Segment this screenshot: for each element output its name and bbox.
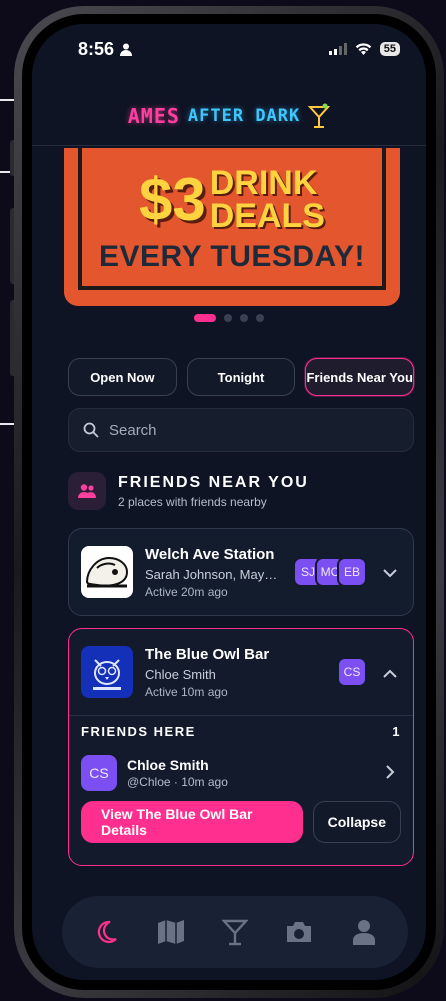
promo-banner-frame: $3 DRINK DEALS EVERY TUESDAY! [78, 148, 386, 290]
phone-frame: 8:56 55 AMES AFTER DARK $3 DRINK DEALS E… [14, 6, 444, 998]
search-input[interactable]: Search [68, 408, 414, 452]
cocktail-icon [221, 919, 248, 946]
battery-indicator: 55 [379, 42, 400, 56]
search-icon [83, 422, 99, 438]
carousel-dot-4[interactable] [256, 314, 264, 322]
venue-card-blue-owl-bar: The Blue Owl Bar Chloe Smith Active 10m … [68, 628, 414, 866]
friends-here-label: FRIENDS HERE [81, 724, 196, 739]
filter-friends-near-you[interactable]: Friends Near You [305, 358, 415, 396]
status-bar: 8:56 55 [32, 24, 426, 74]
person-icon [120, 43, 133, 56]
venue-name: The Blue Owl Bar [145, 645, 270, 663]
filter-chips: Open Now Tonight Friends Near You [68, 358, 415, 396]
deal-headline: $3 DRINK DEALS [139, 164, 325, 235]
friend-avatars: SJ MC EB [293, 557, 367, 587]
deal-word-deals: DEALS [209, 196, 325, 235]
friend-info: Chloe Smith @Chloe · 10m ago [127, 757, 369, 789]
tab-camera[interactable] [275, 908, 323, 956]
wifi-icon [355, 43, 371, 55]
section-title: FRIENDS NEAR YOU [118, 473, 309, 491]
phone-bezel: 8:56 55 AMES AFTER DARK $3 DRINK DEALS E… [22, 14, 436, 990]
status-icons: 55 [328, 42, 400, 56]
venue-active: Active 20m ago [145, 584, 228, 599]
deal-schedule: EVERY TUESDAY! [99, 240, 365, 273]
view-details-button[interactable]: View The Blue Owl Bar Details [81, 801, 303, 843]
venue-info: Welch Ave Station Sarah Johnson, Maya Ch… [145, 546, 281, 599]
tab-map[interactable] [147, 908, 195, 956]
promo-banner[interactable]: $3 DRINK DEALS EVERY TUESDAY! [64, 148, 400, 306]
venue-row: Welch Ave Station Sarah Johnson, Maya Ch… [69, 529, 413, 615]
logo-text-after-dark: AFTER DARK [187, 105, 301, 126]
status-time-group: 8:56 [78, 38, 133, 60]
venue-friends: Chloe Smith [145, 666, 216, 682]
filter-open-now[interactable]: Open Now [68, 358, 177, 396]
avatar: CS [81, 755, 117, 791]
card-actions: View The Blue Owl Bar Details Collapse [69, 801, 413, 843]
camera-icon [287, 922, 312, 942]
map-icon [157, 920, 184, 944]
profile-icon [352, 920, 375, 945]
venue-row[interactable]: The Blue Owl Bar Chloe Smith Active 10m … [69, 629, 413, 715]
friend-name: Chloe Smith [127, 757, 209, 773]
deal-word-drink: DRINK [209, 164, 318, 203]
bottom-tab-bar [62, 896, 408, 968]
section-header: FRIENDS NEAR YOU 2 places with friends n… [68, 472, 414, 510]
deal-price: $3 [139, 165, 206, 233]
venue-active: Active 10m ago [145, 684, 228, 699]
collapse-button[interactable]: Collapse [312, 801, 401, 843]
friends-here-count: 1 [392, 724, 401, 739]
logo-text-ames: AMES [127, 103, 180, 128]
tab-drinks[interactable] [211, 908, 259, 956]
friend-list-item[interactable]: CS Chloe Smith @Chloe · 10m ago [69, 747, 413, 801]
martini-icon [308, 103, 331, 128]
signal-icon [328, 43, 347, 55]
search-placeholder: Search [109, 421, 157, 439]
section-text: FRIENDS NEAR YOU 2 places with friends n… [118, 474, 309, 509]
venue-logo-blue-owl [81, 646, 133, 698]
app-header: AMES AFTER DARK [32, 86, 426, 146]
chevron-right-icon [379, 763, 401, 784]
collapse-chevron-up-icon[interactable] [379, 662, 401, 683]
carousel-dots [32, 314, 426, 322]
avatar: EB [337, 557, 367, 587]
group-icon [78, 484, 96, 498]
expand-chevron-down-icon[interactable] [379, 562, 401, 583]
friends-section-icon [68, 472, 106, 510]
venue-logo-welch [81, 546, 133, 598]
friends-here-header: FRIENDS HERE 1 [69, 715, 413, 747]
status-time: 8:56 [78, 38, 115, 59]
moon-icon [98, 920, 117, 944]
venue-card-welch-ave-station[interactable]: Welch Ave Station Sarah Johnson, Maya Ch… [68, 528, 414, 616]
carousel-dot-3[interactable] [240, 314, 248, 322]
carousel-dot-2[interactable] [224, 314, 232, 322]
tab-nightlife[interactable] [82, 908, 130, 956]
tab-profile[interactable] [340, 908, 388, 956]
section-subtitle: 2 places with friends nearby [118, 494, 267, 509]
venue-info: The Blue Owl Bar Chloe Smith Active 10m … [145, 646, 325, 699]
avatar: CS [337, 657, 367, 687]
filter-tonight[interactable]: Tonight [186, 358, 296, 396]
carousel-dot-1[interactable] [194, 314, 216, 322]
friend-handle: @Chloe · 10m ago [127, 775, 228, 789]
venue-name: Welch Ave Station [145, 545, 275, 563]
friend-avatars: CS [337, 657, 367, 687]
app-screen: 8:56 55 AMES AFTER DARK $3 DRINK DEALS E… [32, 24, 426, 980]
venue-friends: Sarah Johnson, Maya Ch... [145, 566, 281, 582]
deal-words: DRINK DEALS [209, 164, 325, 235]
app-logo: AMES AFTER DARK [128, 103, 331, 129]
